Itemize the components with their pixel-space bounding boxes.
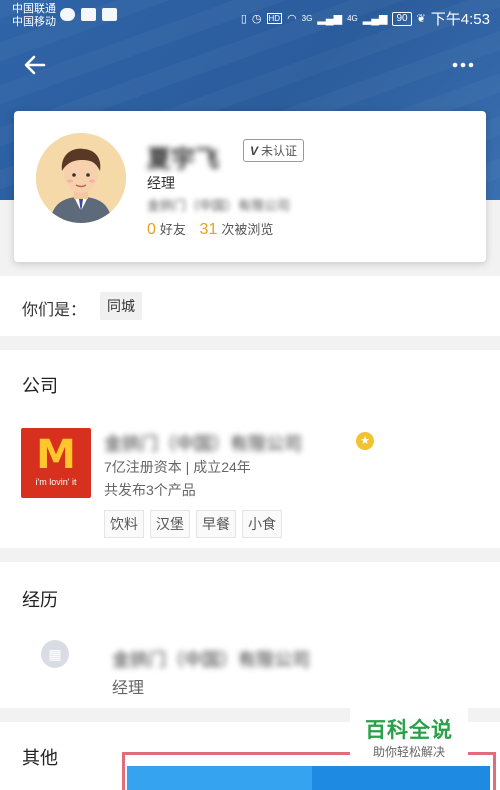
profile-title: 经理 [147, 175, 175, 191]
watermark: 百科全说 助你轻松解决 [350, 708, 468, 766]
leaf-icon: ❦ [416, 13, 426, 25]
profile-company: 金拱门（中国）有限公司 [147, 198, 291, 213]
company-logo[interactable]: M i'm lovin' it [21, 428, 91, 498]
views-label: 次被浏览 [221, 222, 274, 237]
certification-badge[interactable]: V 未认证 [243, 139, 305, 162]
hd-icon: HD [266, 13, 283, 24]
experience-section-title: 经历 [22, 590, 58, 610]
signal-icon-2: ▂▄▆ [362, 13, 388, 25]
logo-text: i'm lovin' it [35, 477, 77, 487]
system-icons: ▯ ◷ HD ◠ 3G ▂▄▆ 4G ▂▄▆ 90 ❦ 下午4:53 [241, 8, 490, 29]
company-section: 公司 M i'm lovin' it 金拱门（中国）有限公司 ★ 7亿注册资本 … [0, 350, 500, 548]
watermark-title: 百科全说 [365, 719, 453, 742]
profile-stats: 0 好友 31 次被浏览 [147, 219, 273, 239]
friends-label: 好友 [159, 222, 186, 237]
battery-icon: 90 [392, 11, 412, 26]
signal-icon: ▂▄▆ [317, 13, 343, 25]
profile-card: 夏宇飞 V 未认证 经理 金拱门（中国）有限公司 0 好友 31 次被浏览 [14, 111, 486, 262]
mail-icon [81, 8, 96, 21]
message-icon [60, 8, 75, 21]
app-icon [102, 8, 117, 21]
more-options-icon[interactable] [448, 52, 478, 82]
relationship-tag[interactable]: 同城 [100, 292, 142, 320]
friends-count: 0 [147, 221, 156, 238]
clock-time: 下午4:53 [430, 11, 490, 28]
company-products: 共发布3个产品 [104, 482, 196, 498]
company-name[interactable]: 金拱门（中国）有限公司 [104, 430, 302, 456]
network-1-label: 3G [301, 14, 313, 23]
cert-label: 未认证 [261, 144, 298, 158]
company-tags: 饮料 汉堡 早餐 小食 [104, 510, 282, 538]
relationship-row: 你们是： 同城 [0, 276, 500, 336]
profile-name: 夏宇飞 [147, 146, 219, 173]
company-tag[interactable]: 汉堡 [150, 510, 190, 538]
building-icon: ▦ [41, 640, 69, 668]
carrier-info: 中国联通 中国移动 [12, 3, 56, 29]
wifi-icon: ◠ [287, 13, 297, 25]
alarm-icon: ◷ [251, 13, 262, 25]
avatar[interactable] [36, 133, 126, 223]
notification-icons [60, 8, 117, 21]
carrier-1: 中国联通 [12, 3, 56, 15]
experience-role: 经理 [112, 680, 145, 697]
company-tag[interactable]: 早餐 [196, 510, 236, 538]
company-tag[interactable]: 饮料 [104, 510, 144, 538]
logo-mark: M [36, 432, 76, 478]
cert-v-icon: V [250, 143, 259, 158]
bottom-bar-left [0, 766, 122, 790]
views-count: 31 [199, 221, 218, 238]
experience-company[interactable]: 金拱门（中国）有限公司 [112, 646, 310, 672]
back-arrow-icon[interactable] [22, 52, 52, 82]
company-info: 7亿注册资本 | 成立24年 [104, 459, 251, 475]
experience-section: 经历 [0, 562, 500, 708]
company-tag[interactable]: 小食 [242, 510, 282, 538]
star-badge-icon: ★ [356, 432, 374, 450]
vibrate-icon: ▯ [240, 13, 247, 25]
network-2-label: 4G [347, 14, 358, 23]
relationship-label: 你们是： [22, 302, 87, 319]
watermark-subtitle: 助你轻松解决 [372, 745, 445, 759]
company-section-title: 公司 [22, 376, 58, 396]
status-bar: 中国联通 中国移动 ▯ ◷ HD ◠ 3G ▂▄▆ 4G ▂▄▆ 90 ❦ 下午… [0, 0, 500, 34]
carrier-2: 中国移动 [12, 16, 56, 28]
